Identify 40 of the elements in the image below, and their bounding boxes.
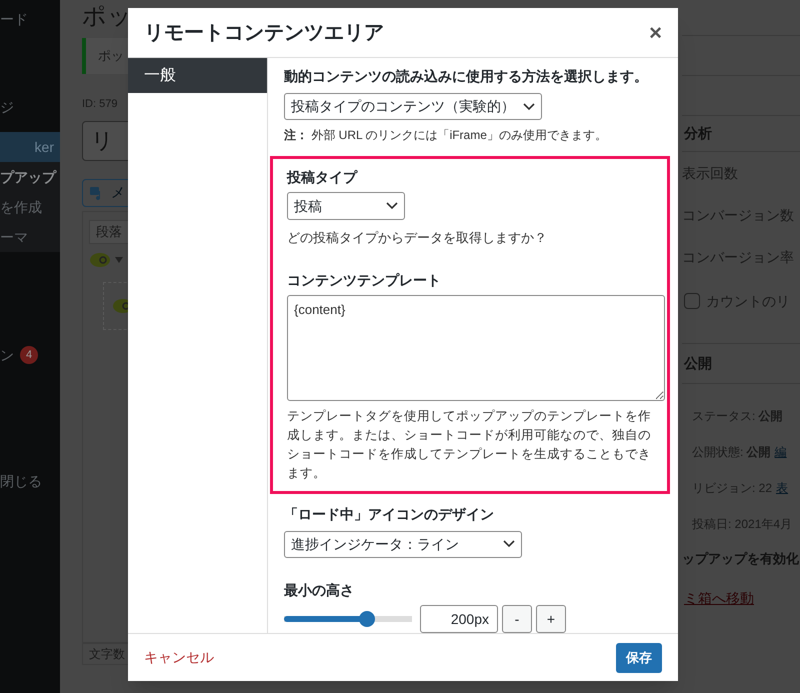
- menu-item[interactable]: ーマ: [0, 222, 60, 252]
- template-textarea[interactable]: {content}: [287, 294, 665, 401]
- chevron-down-icon: [523, 102, 535, 111]
- increment-button[interactable]: +: [536, 605, 566, 633]
- title-field[interactable]: リ: [82, 120, 128, 160]
- method-select[interactable]: 投稿タイプのコンテンツ（実験的）: [284, 93, 542, 120]
- menu-item[interactable]: を作成: [0, 192, 60, 222]
- chevron-down-icon: [503, 540, 515, 548]
- menu-item-current[interactable]: ker: [0, 132, 60, 162]
- caret-icon: [115, 256, 123, 262]
- hint-text: どの投稿タイプからデータを取得しますか？: [287, 229, 548, 248]
- field-label: 最小の高さ: [284, 581, 355, 600]
- menu-item[interactable]: 閉じる: [0, 466, 60, 496]
- tab[interactable]: 一般: [128, 58, 267, 93]
- leaf-icon: [112, 298, 128, 314]
- count-badge: 4: [20, 346, 38, 364]
- height-input[interactable]: 200px: [420, 605, 498, 633]
- chevron-down-icon: [386, 202, 398, 210]
- leaf-icon: [89, 252, 111, 268]
- decrement-button[interactable]: -: [502, 605, 532, 633]
- note-text: 注： 外部 URL のリンクには「iFrame」のみ使用できます。: [284, 127, 608, 144]
- checkbox[interactable]: [684, 293, 700, 309]
- field-label: 「ロード中」アイコンのデザイン: [284, 504, 495, 524]
- menu-item[interactable]: プアップ: [0, 162, 60, 192]
- dialog-title: リモートコンテンツエリア: [144, 20, 384, 46]
- save-button[interactable]: 保存: [616, 642, 662, 672]
- loading-icon-select[interactable]: 進捗インジケータ：ライン: [284, 530, 522, 558]
- menu-item[interactable]: ード: [0, 4, 60, 34]
- menu-item[interactable]: ジ: [0, 92, 60, 122]
- close-button[interactable]: ×: [649, 22, 662, 44]
- field-label: 投稿タイプ: [287, 168, 359, 188]
- description-text: テンプレートタグを使用してポップアップのテンプレートを作成します。または、ショートコードが利用可能なので、独自のショートコードを作成してテンプレートを生成することもできます。: [287, 408, 652, 482]
- add-media-button[interactable]: メ: [82, 178, 128, 206]
- menu-item[interactable]: ン 4: [0, 340, 60, 370]
- slider-thumb[interactable]: [359, 611, 376, 627]
- post-type-select[interactable]: 投稿: [287, 192, 405, 220]
- trash-link[interactable]: ミ箱へ移動: [682, 576, 800, 620]
- field-label: コンテンツテンプレート: [287, 270, 442, 290]
- field-label: 動的コンテンツの読み込みに使用する方法を選択します。: [284, 67, 649, 86]
- cancel-link[interactable]: キャンセル: [144, 647, 214, 668]
